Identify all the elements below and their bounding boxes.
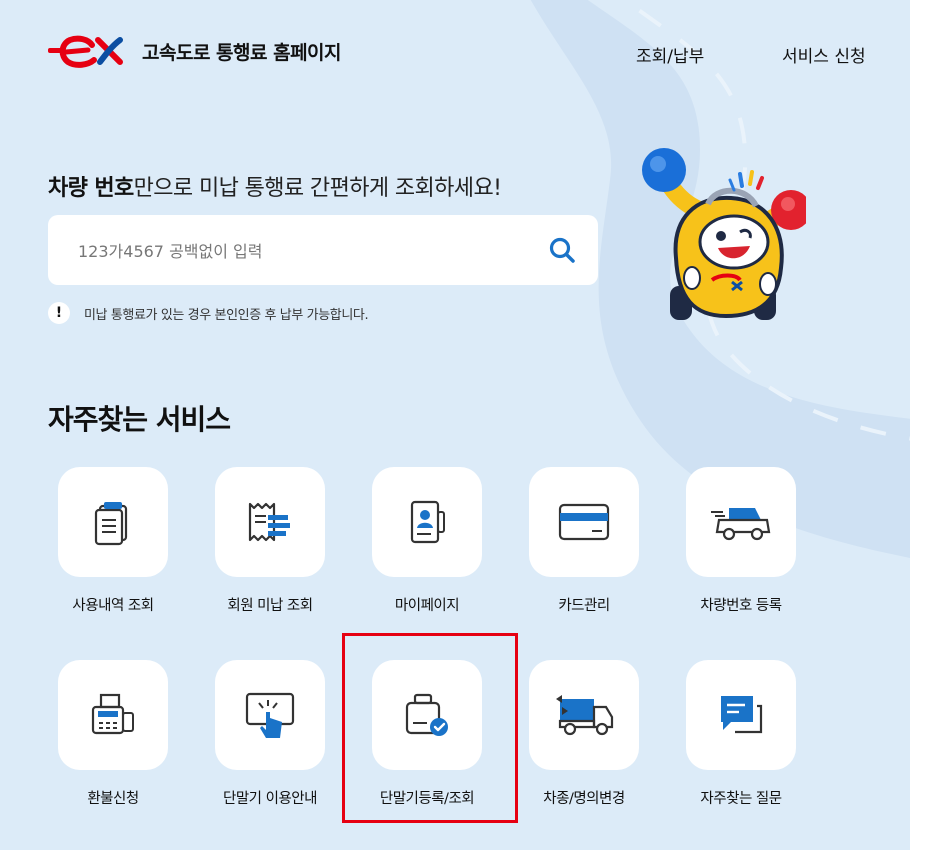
service-tile-box[interactable] <box>215 467 325 577</box>
service-label: 회원 미납 조회 <box>227 598 313 614</box>
device-check-icon <box>405 693 448 736</box>
service-card-management[interactable]: 카드관리 <box>509 467 659 632</box>
ex-logo[interactable]: 고속도로 통행료 홈페이지 <box>48 34 342 68</box>
service-label: 자주찾는 질문 <box>700 791 782 807</box>
service-faq[interactable]: 자주찾는 질문 <box>666 660 816 825</box>
truck-swap-icon <box>556 695 614 736</box>
search-headline: 차량 번호만으로 미납 통행료 간편하게 조회하세요! <box>48 170 502 202</box>
notice-text: 미납 통행료가 있는 경우 본인인증 후 납부 가능합니다. <box>84 307 369 323</box>
services-section-title: 자주찾는 서비스 <box>48 403 231 436</box>
headline-bold: 차량 번호 <box>48 176 134 201</box>
service-tile-box[interactable] <box>686 467 796 577</box>
search-icon[interactable] <box>548 236 576 264</box>
service-refund-request[interactable]: 환불신청 <box>38 660 188 825</box>
headline-rest: 만으로 미납 통행료 간편하게 조회하세요! <box>133 176 502 201</box>
mascot-character <box>642 148 806 320</box>
chat-bubble-icon <box>721 696 763 734</box>
service-label: 환불신청 <box>87 791 139 807</box>
profile-book-icon <box>410 500 445 544</box>
exclamation-icon: ! <box>48 302 70 324</box>
fax-printer-icon <box>91 693 134 735</box>
service-label: 카드관리 <box>558 598 610 614</box>
service-label: 사용내역 조회 <box>72 598 154 614</box>
nav-lookup-payment[interactable]: 조회/납부 <box>636 42 704 67</box>
service-label: 차종/명의변경 <box>543 791 625 807</box>
service-device-register-lookup[interactable]: 단말기등록/조회 <box>352 660 502 825</box>
service-vehicle-owner-change[interactable]: 차종/명의변경 <box>509 660 659 825</box>
service-tile-box[interactable] <box>372 660 482 770</box>
bill-check-icon <box>248 502 290 542</box>
nav-service-application[interactable]: 서비스 신청 <box>782 42 866 67</box>
service-tile-box[interactable] <box>215 660 325 770</box>
vehicle-number-input[interactable] <box>76 215 540 287</box>
service-tile-box[interactable] <box>372 467 482 577</box>
site-title: 고속도로 통행료 홈페이지 <box>142 41 342 64</box>
page-background: 고속도로 통행료 홈페이지 조회/납부 서비스 신청 차량 번호만으로 미납 통… <box>0 0 910 850</box>
service-label: 마이페이지 <box>394 598 460 614</box>
ex-logo-icon <box>48 35 123 68</box>
touch-screen-icon <box>245 692 295 738</box>
service-device-guide[interactable]: 단말기 이용안내 <box>195 660 345 825</box>
service-tile-box[interactable] <box>58 660 168 770</box>
service-tile-box[interactable] <box>529 660 639 770</box>
site-header: 고속도로 통행료 홈페이지 조회/납부 서비스 신청 <box>0 0 910 110</box>
car-icon <box>711 508 771 541</box>
credit-card-icon <box>558 503 610 541</box>
service-tile-box[interactable] <box>58 467 168 577</box>
search-box <box>48 215 598 287</box>
service-label: 차량번호 등록 <box>700 598 782 614</box>
service-tile-box[interactable] <box>686 660 796 770</box>
service-label: 단말기 이용안내 <box>223 791 318 807</box>
receipt-list-icon <box>94 502 128 546</box>
notice: ! 미납 통행료가 있는 경우 본인인증 후 납부 가능합니다. <box>48 302 369 324</box>
service-label: 단말기등록/조회 <box>379 791 475 807</box>
service-mypage[interactable]: 마이페이지 <box>352 467 502 632</box>
service-tile-box[interactable] <box>529 467 639 577</box>
service-member-unpaid[interactable]: 회원 미납 조회 <box>195 467 345 632</box>
service-usage-history[interactable]: 사용내역 조회 <box>38 467 188 632</box>
service-vehicle-registration[interactable]: 차량번호 등록 <box>666 467 816 632</box>
